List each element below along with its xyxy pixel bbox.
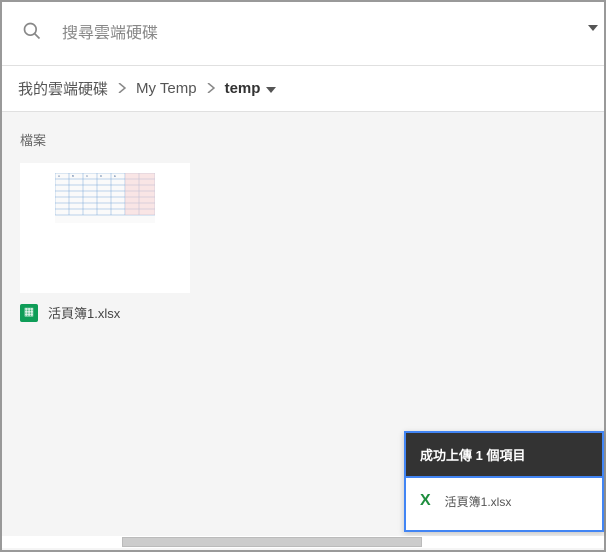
svg-text:E: E bbox=[114, 174, 116, 178]
svg-text:B: B bbox=[72, 174, 74, 178]
search-bar bbox=[2, 2, 604, 66]
chevron-right-icon bbox=[118, 80, 126, 97]
app-frame: 我的雲端硬碟 My Temp temp 檔案 bbox=[0, 0, 606, 552]
breadcrumb-folder[interactable]: My Temp bbox=[136, 80, 197, 97]
content-area: 檔案 ABCDE ▦ 活頁簿1.xlsx bbox=[2, 112, 604, 550]
breadcrumb: 我的雲端硬碟 My Temp temp bbox=[2, 66, 604, 112]
breadcrumb-current[interactable]: temp bbox=[225, 80, 277, 97]
search-input[interactable] bbox=[62, 25, 584, 43]
search-icon[interactable] bbox=[22, 21, 42, 46]
toast-file-name: 活頁簿1.xlsx bbox=[445, 493, 512, 510]
toast-item[interactable]: X 活頁簿1.xlsx bbox=[406, 478, 602, 530]
sheets-icon: ▦ bbox=[20, 304, 38, 322]
upload-toast: 成功上傳 1 個項目 X 活頁簿1.xlsx bbox=[404, 431, 604, 532]
caret-down-icon bbox=[266, 80, 276, 97]
file-card[interactable]: ABCDE ▦ 活頁簿1.xlsx bbox=[20, 163, 190, 322]
breadcrumb-root[interactable]: 我的雲端硬碟 bbox=[18, 78, 108, 99]
file-thumbnail[interactable]: ABCDE bbox=[20, 163, 190, 293]
excel-icon: X bbox=[420, 492, 431, 510]
chevron-right-icon bbox=[207, 80, 215, 97]
svg-text:A: A bbox=[58, 174, 60, 178]
breadcrumb-current-label: temp bbox=[225, 80, 261, 97]
file-name: 活頁簿1.xlsx bbox=[48, 303, 120, 322]
section-label: 檔案 bbox=[20, 130, 586, 149]
toast-title: 成功上傳 1 個項目 bbox=[406, 433, 602, 478]
horizontal-scrollbar[interactable] bbox=[2, 536, 604, 548]
search-dropdown-icon[interactable] bbox=[588, 20, 598, 38]
file-label-row: ▦ 活頁簿1.xlsx bbox=[20, 303, 190, 322]
scrollbar-thumb[interactable] bbox=[122, 537, 422, 547]
